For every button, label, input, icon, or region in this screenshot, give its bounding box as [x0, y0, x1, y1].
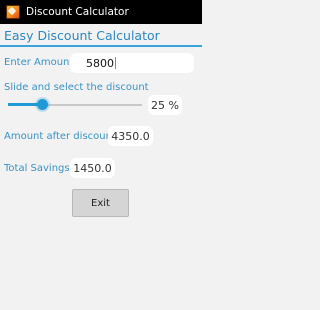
total-savings-label: Total Savings	[4, 163, 70, 174]
text-cursor	[115, 57, 116, 69]
header-divider	[0, 45, 202, 47]
slider-thumb[interactable]	[37, 99, 48, 110]
amount-after-discount-value: 4350.0	[108, 126, 153, 146]
total-savings-value: 1450.0	[70, 158, 115, 178]
discount-slider[interactable]	[8, 96, 142, 114]
discount-percent-value: 25 %	[148, 95, 182, 115]
amount-label: Enter Amount	[4, 57, 74, 68]
app-icon	[6, 5, 20, 19]
discount-slider-label: Slide and select the discount	[4, 82, 149, 93]
amount-input[interactable]: 5800	[70, 53, 194, 73]
title-bar: Discount Calculator	[0, 0, 202, 24]
amount-after-discount-label: Amount after discount	[4, 131, 116, 142]
page-title: Easy Discount Calculator	[4, 28, 160, 43]
window-title: Discount Calculator	[26, 6, 129, 18]
exit-button[interactable]: Exit	[72, 189, 129, 217]
amount-input-value: 5800	[86, 56, 114, 70]
